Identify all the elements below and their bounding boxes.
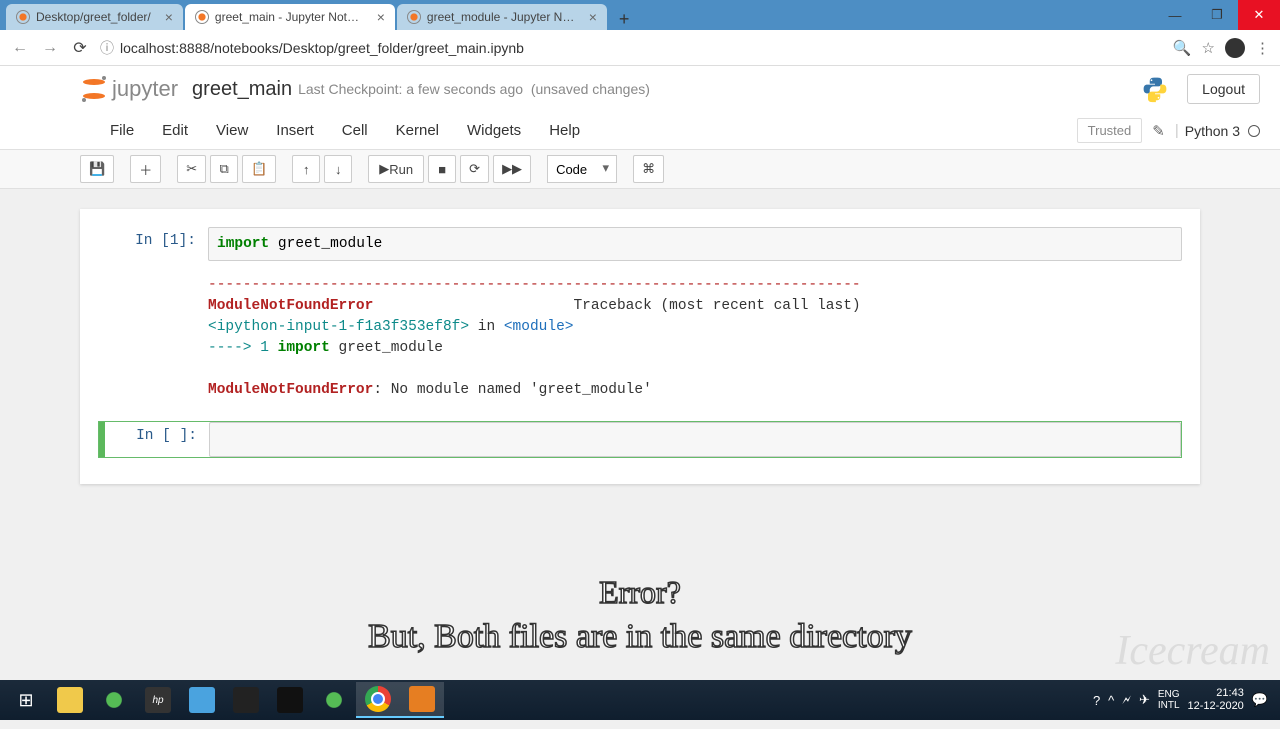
chrome-icon[interactable] bbox=[356, 682, 400, 718]
menu-file[interactable]: File bbox=[96, 116, 148, 145]
pencil-icon[interactable]: ✎ bbox=[1152, 122, 1165, 140]
notifications-icon[interactable]: 💬 bbox=[1252, 692, 1268, 708]
browser-tab-0[interactable]: Desktop/greet_folder/ × bbox=[6, 4, 183, 30]
tray-chevron-icon[interactable]: ^ bbox=[1108, 693, 1114, 708]
jupyter-page: jupyter greet_main Last Checkpoint: a fe… bbox=[0, 66, 1280, 729]
menu-bar: File Edit View Insert Cell Kernel Widget… bbox=[0, 112, 1280, 150]
move-up-button[interactable]: ↑ bbox=[292, 155, 320, 183]
error-output: ----------------------------------------… bbox=[208, 269, 1182, 407]
address-bar: ← → ⟳ ⓘ localhost:8888/notebooks/Desktop… bbox=[0, 30, 1280, 66]
jupyter-favicon bbox=[16, 10, 30, 24]
forward-icon[interactable]: → bbox=[40, 39, 60, 57]
app-icon-2[interactable] bbox=[224, 682, 268, 718]
jupyter-header: jupyter greet_main Last Checkpoint: a fe… bbox=[0, 66, 1280, 112]
recorder-icon[interactable] bbox=[400, 682, 444, 718]
start-button[interactable]: ⊞ bbox=[4, 682, 48, 718]
jupyter-favicon bbox=[195, 10, 209, 24]
cell-input[interactable] bbox=[209, 422, 1181, 456]
move-down-button[interactable]: ↓ bbox=[324, 155, 352, 183]
tab-title: greet_main - Jupyter Notebook bbox=[215, 10, 363, 24]
menu-insert[interactable]: Insert bbox=[262, 116, 328, 145]
url-field[interactable]: ⓘ localhost:8888/notebooks/Desktop/greet… bbox=[100, 38, 1163, 58]
jupyter-logo-icon bbox=[80, 75, 108, 103]
logout-button[interactable]: Logout bbox=[1187, 74, 1260, 104]
menu-edit[interactable]: Edit bbox=[148, 116, 202, 145]
checkpoint-text: Last Checkpoint: a few seconds ago (unsa… bbox=[298, 81, 650, 97]
code-cell-2[interactable]: In [ ]: bbox=[98, 421, 1182, 457]
browser-tab-2[interactable]: greet_module - Jupyter Notebo × bbox=[397, 4, 607, 30]
jupyter-logo-text: jupyter bbox=[112, 76, 178, 102]
python-logo-icon bbox=[1141, 75, 1169, 103]
cell-prompt: In [1]: bbox=[98, 227, 208, 261]
hp-icon[interactable]: hp bbox=[136, 682, 180, 718]
language-indicator[interactable]: ENG INTL bbox=[1158, 689, 1180, 711]
system-tray: ? ^ 🗲 ✈ ENG INTL 21:43 12-12-2020 💬 bbox=[1093, 687, 1276, 713]
help-icon[interactable]: ? bbox=[1093, 693, 1100, 708]
info-icon[interactable]: ⓘ bbox=[100, 38, 114, 58]
zoom-icon[interactable]: 🔍 bbox=[1173, 39, 1192, 57]
minimize-button[interactable]: — bbox=[1154, 0, 1196, 30]
app-icon-4[interactable] bbox=[312, 682, 356, 718]
toolbar: 💾 ＋ ✂ ⧉ 📋 ↑ ↓ ▶ Run ■ ⟳ ▶▶ Code ⌘ bbox=[0, 150, 1280, 189]
command-palette-button[interactable]: ⌘ bbox=[633, 155, 664, 183]
close-button[interactable]: ✕ bbox=[1238, 0, 1280, 30]
reload-icon[interactable]: ⟳ bbox=[70, 38, 90, 58]
notebook-area: In [1]: import greet_module ------------… bbox=[0, 189, 1280, 729]
app-icon-3[interactable] bbox=[268, 682, 312, 718]
paste-button[interactable]: 📋 bbox=[242, 155, 276, 183]
cell-type-select[interactable]: Code bbox=[547, 155, 617, 183]
restart-run-all-button[interactable]: ▶▶ bbox=[493, 155, 531, 183]
trusted-indicator[interactable]: Trusted bbox=[1077, 118, 1143, 143]
tab-close-icon[interactable]: × bbox=[165, 9, 173, 25]
menu-help[interactable]: Help bbox=[535, 116, 594, 145]
battery-icon[interactable]: 🗲 bbox=[1122, 692, 1131, 708]
app-icon[interactable] bbox=[92, 682, 136, 718]
airplane-icon[interactable]: ✈ bbox=[1139, 692, 1150, 708]
menu-cell[interactable]: Cell bbox=[328, 116, 382, 145]
new-tab-button[interactable]: + bbox=[609, 9, 640, 30]
back-icon[interactable]: ← bbox=[10, 39, 30, 57]
run-button[interactable]: ▶ Run bbox=[368, 155, 424, 183]
tab-close-icon[interactable]: × bbox=[377, 9, 385, 25]
jupyter-favicon bbox=[407, 10, 421, 24]
tab-title: greet_module - Jupyter Notebo bbox=[427, 10, 575, 24]
menu-widgets[interactable]: Widgets bbox=[453, 116, 535, 145]
cell-prompt: In [ ]: bbox=[105, 422, 209, 456]
cell-input[interactable]: import greet_module bbox=[208, 227, 1182, 261]
browser-tab-bar: Desktop/greet_folder/ × greet_main - Jup… bbox=[0, 0, 1280, 30]
code-cell-1[interactable]: In [1]: import greet_module bbox=[98, 227, 1182, 261]
tab-close-icon[interactable]: × bbox=[589, 9, 597, 25]
url-text: localhost:8888/notebooks/Desktop/greet_f… bbox=[120, 40, 524, 56]
notepad-icon[interactable] bbox=[180, 682, 224, 718]
browser-tab-1[interactable]: greet_main - Jupyter Notebook × bbox=[185, 4, 395, 30]
clock[interactable]: 21:43 12-12-2020 bbox=[1188, 687, 1244, 713]
stop-button[interactable]: ■ bbox=[428, 155, 456, 183]
save-button[interactable]: 💾 bbox=[80, 155, 114, 183]
notebook-container: In [1]: import greet_module ------------… bbox=[80, 209, 1200, 484]
output-prompt bbox=[98, 269, 208, 407]
cut-button[interactable]: ✂ bbox=[177, 155, 206, 183]
kernel-name[interactable]: Python 3 bbox=[1179, 123, 1246, 139]
menu-kernel[interactable]: Kernel bbox=[382, 116, 453, 145]
kernel-status-icon bbox=[1248, 125, 1260, 137]
jupyter-logo[interactable]: jupyter bbox=[80, 75, 178, 103]
add-cell-button[interactable]: ＋ bbox=[130, 155, 161, 183]
tab-title: Desktop/greet_folder/ bbox=[36, 10, 151, 24]
bookmark-icon[interactable]: ☆ bbox=[1202, 39, 1215, 57]
copy-button[interactable]: ⧉ bbox=[210, 155, 238, 183]
cell-output-1: ----------------------------------------… bbox=[98, 269, 1182, 407]
windows-taskbar: ⊞ hp ? ^ 🗲 ✈ ENG INTL 21:43 12-12-2020 💬 bbox=[0, 680, 1280, 720]
menu-view[interactable]: View bbox=[202, 116, 262, 145]
file-explorer-icon[interactable] bbox=[48, 682, 92, 718]
maximize-button[interactable]: ❐ bbox=[1196, 0, 1238, 30]
restart-button[interactable]: ⟳ bbox=[460, 155, 489, 183]
notebook-name[interactable]: greet_main bbox=[192, 78, 292, 101]
profile-avatar[interactable] bbox=[1225, 38, 1245, 58]
menu-icon[interactable]: ⋮ bbox=[1255, 39, 1270, 57]
window-controls: — ❐ ✕ bbox=[1154, 0, 1280, 30]
